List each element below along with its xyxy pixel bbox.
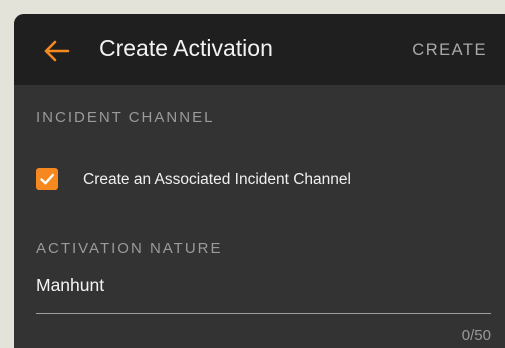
app-bar: Create Activation CREATE <box>14 14 505 85</box>
activation-nature-input[interactable]: Manhunt <box>36 273 491 314</box>
arrow-left-icon[interactable] <box>44 40 70 62</box>
incident-channel-section-label: INCIDENT CHANNEL <box>36 109 215 126</box>
incident-channel-checkbox[interactable] <box>36 168 58 190</box>
activation-nature-value: Manhunt <box>36 275 105 295</box>
create-activation-dialog: Create Activation CREATE INCIDENT CHANNE… <box>14 14 505 348</box>
checkmark-icon <box>40 173 54 185</box>
activation-nature-section-label: ACTIVATION NATURE <box>36 240 223 257</box>
create-button[interactable]: CREATE <box>412 41 487 60</box>
page-title: Create Activation <box>99 35 273 61</box>
character-counter: 0/50 <box>461 327 491 344</box>
incident-channel-checkbox-label[interactable]: Create an Associated Incident Channel <box>83 171 351 189</box>
